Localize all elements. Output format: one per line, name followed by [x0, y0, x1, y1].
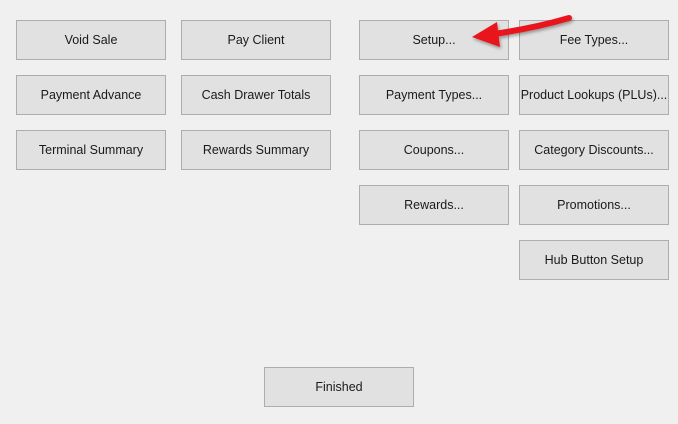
finished-label: Finished — [315, 380, 363, 394]
setup-label: Setup... — [412, 33, 456, 47]
pay-client-label: Pay Client — [227, 33, 285, 47]
pay-client-button[interactable]: Pay Client — [181, 20, 331, 60]
pos-menu-window: Void Sale Payment Advance Terminal Summa… — [0, 0, 678, 424]
promotions-label: Promotions... — [557, 198, 631, 212]
rewards-summary-label: Rewards Summary — [202, 143, 310, 157]
cash-drawer-totals-label: Cash Drawer Totals — [201, 88, 311, 102]
fee-types-button[interactable]: Fee Types... — [519, 20, 669, 60]
promotions-button[interactable]: Promotions... — [519, 185, 669, 225]
rewards-summary-button[interactable]: Rewards Summary — [181, 130, 331, 170]
product-lookups-button[interactable]: Product Lookups (PLUs)... — [519, 75, 669, 115]
category-discounts-label: Category Discounts... — [534, 143, 654, 157]
fee-types-label: Fee Types... — [559, 33, 629, 47]
void-sale-label: Void Sale — [64, 33, 118, 47]
rewards-label: Rewards... — [404, 198, 464, 212]
terminal-summary-label: Terminal Summary — [38, 143, 144, 157]
void-sale-button[interactable]: Void Sale — [16, 20, 166, 60]
payment-types-label: Payment Types... — [385, 88, 483, 102]
payment-advance-button[interactable]: Payment Advance — [16, 75, 166, 115]
category-discounts-button[interactable]: Category Discounts... — [519, 130, 669, 170]
terminal-summary-button[interactable]: Terminal Summary — [16, 130, 166, 170]
setup-button[interactable]: Setup... — [359, 20, 509, 60]
hub-button-setup-label: Hub Button Setup — [544, 253, 644, 267]
product-lookups-label: Product Lookups (PLUs)... — [520, 88, 668, 102]
hub-button-setup-button[interactable]: Hub Button Setup — [519, 240, 669, 280]
payment-advance-label: Payment Advance — [40, 88, 142, 102]
rewards-button[interactable]: Rewards... — [359, 185, 509, 225]
coupons-label: Coupons... — [403, 143, 465, 157]
coupons-button[interactable]: Coupons... — [359, 130, 509, 170]
payment-types-button[interactable]: Payment Types... — [359, 75, 509, 115]
cash-drawer-totals-button[interactable]: Cash Drawer Totals — [181, 75, 331, 115]
finished-button[interactable]: Finished — [264, 367, 414, 407]
